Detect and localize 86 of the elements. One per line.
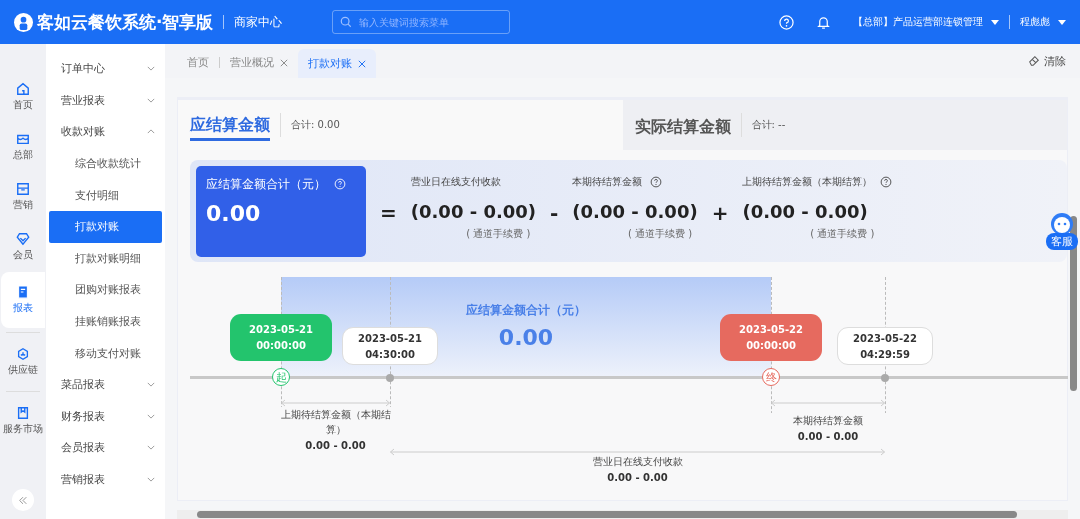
total-label: 应结算金额合计（元）	[206, 175, 326, 193]
chevron-icon	[147, 129, 155, 135]
chevron-icon	[147, 382, 155, 388]
term-label: 本期待结算金额	[572, 175, 643, 189]
term-value: (0.00 - 0.00)	[410, 201, 537, 222]
time-bubble: 2023-05-21 04:30:00	[342, 327, 438, 365]
term-note: ( 通道手续费 )	[810, 227, 875, 241]
caret-icon	[1058, 19, 1066, 25]
chevron-icon	[147, 413, 155, 419]
nav-rail-item[interactable]: 供应链	[1, 337, 45, 387]
operator-sign: +	[711, 201, 729, 225]
time-bubble: 2023-05-22 00:00:00	[720, 314, 822, 361]
nav-rail-item[interactable]: 会员	[1, 222, 45, 272]
app-title: 客如云餐饮系统·智享版	[37, 10, 214, 34]
clear-button[interactable]: 清除	[1022, 52, 1072, 70]
section-title: 商家中心	[234, 13, 283, 31]
nav-rail-item[interactable]: 服务市场	[1, 396, 45, 446]
menu-item[interactable]: 挂账销账报表	[49, 305, 162, 338]
menu-group[interactable]: 财务报表	[46, 400, 165, 433]
total-value: 0.00	[206, 200, 262, 226]
menu-item[interactable]: 打款对账	[49, 210, 162, 243]
box-icon	[16, 182, 30, 196]
menu-group[interactable]: 营业报表	[46, 84, 165, 117]
time-bubble: 2023-05-21 00:00:00	[230, 314, 332, 361]
chevron-icon	[147, 66, 155, 72]
range-value: 0.00 - 0.00	[797, 431, 859, 442]
term-note: ( 通道手续费 )	[627, 227, 693, 241]
timeline-dot	[881, 374, 889, 382]
menu-group[interactable]: 收款对账	[46, 116, 165, 148]
document-icon	[16, 285, 30, 299]
caret-icon	[991, 19, 999, 25]
term-label: 上期待结算金额（本期结算）	[742, 175, 873, 189]
network-icon	[16, 347, 30, 361]
heart-icon	[16, 232, 30, 246]
logo-icon	[14, 12, 33, 32]
timeline-total-value: 0.00	[498, 325, 554, 350]
menu-item[interactable]: 打款对账明细	[49, 242, 162, 275]
timeline-marker: 终	[762, 368, 780, 386]
menu-item[interactable]: 移动支付对账	[49, 337, 162, 369]
nav-rail-item[interactable]: 首页	[1, 72, 45, 122]
timeline-marker: 起	[272, 368, 290, 386]
menu-item[interactable]: 团购对账报表	[49, 274, 162, 306]
term-label: 营业日在线支付收款	[410, 175, 501, 189]
term-note: ( 通道手续费 )	[466, 227, 531, 241]
horizontal-scrollbar[interactable]	[177, 510, 1068, 519]
help-icon[interactable]	[650, 176, 663, 188]
eraser-icon	[1028, 55, 1040, 67]
chevron-icon	[147, 477, 155, 482]
term-value: (0.00 - 0.00)	[742, 201, 868, 222]
operator-sign: =	[380, 201, 397, 225]
range-value: 0.00 - 0.00	[607, 472, 668, 483]
notification-bell-icon[interactable]	[816, 14, 831, 30]
menu-item[interactable]: 支付明细	[49, 179, 162, 211]
close-icon[interactable]	[358, 59, 366, 68]
bookmark-icon	[16, 406, 30, 420]
double-chevron-icon	[18, 495, 28, 505]
page-tab[interactable]: 首页	[177, 49, 219, 76]
term-value: (0.00 - 0.00)	[572, 201, 698, 222]
range-value: 0.00 - 0.00	[305, 440, 366, 451]
chevron-icon	[147, 445, 155, 451]
customer-service-button[interactable]: 客服	[1046, 212, 1078, 250]
menu-group[interactable]: 菜品报表	[46, 368, 165, 401]
range-label: 上期待结算金额（本期结算）	[279, 408, 392, 437]
close-icon[interactable]	[280, 58, 288, 67]
help-icon[interactable]	[880, 176, 893, 188]
user-menu[interactable]: 程彪彪	[1020, 15, 1066, 29]
timeline-total-label: 应结算金额合计（元）	[466, 303, 586, 317]
nav-rail-item[interactable]: 营销	[1, 172, 45, 222]
range-label: 本期待结算金额	[793, 414, 863, 428]
time-bubble: 2023-05-22 04:29:59	[837, 327, 933, 365]
nav-rail-item[interactable]: 总部	[1, 122, 45, 172]
menu-group[interactable]: 营销报表	[46, 463, 165, 496]
storefront-icon	[16, 132, 30, 146]
nav-rail-item[interactable]: 报表	[1, 272, 45, 328]
summary-tab[interactable]: 实际结算金额 合计: --	[622, 100, 1067, 150]
menu-group[interactable]: 订单中心	[46, 53, 165, 85]
chevron-icon	[147, 97, 155, 103]
organization-dropdown[interactable]: 【总部】产品运营部连锁管理	[853, 15, 999, 29]
page-tab[interactable]: 打款对账	[298, 49, 376, 78]
timeline-dot	[386, 374, 394, 382]
menu-group[interactable]: 会员报表	[46, 432, 165, 464]
range-label: 营业日在线支付收款	[592, 455, 683, 469]
search-icon	[340, 16, 353, 28]
menu-item[interactable]: 综合收款统计	[49, 147, 162, 180]
home-icon	[16, 82, 30, 96]
operator-sign: -	[550, 201, 559, 225]
